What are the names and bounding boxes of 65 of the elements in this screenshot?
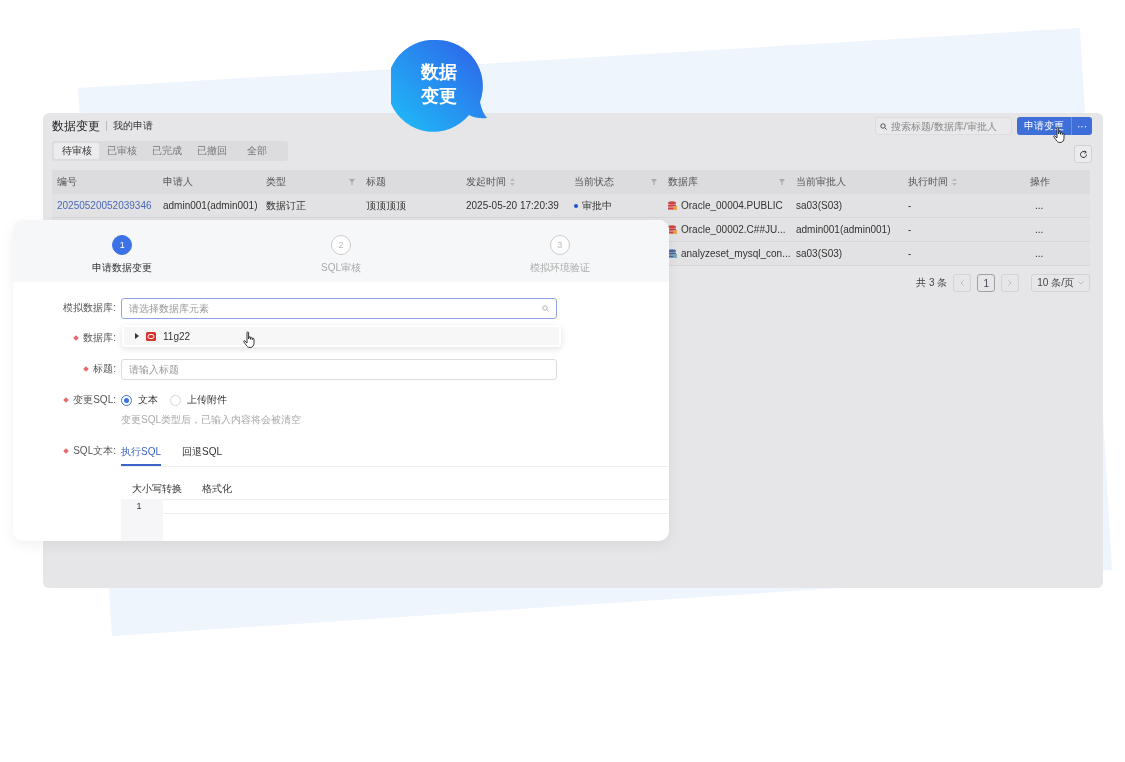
database-name: Oracle_00004.PUBLIC <box>681 200 783 211</box>
page-size-select[interactable]: 10 条/页 <box>1031 274 1090 292</box>
action-menu[interactable]: ... <box>1035 248 1044 259</box>
toolbar-button[interactable]: 大小写转换 <box>132 482 182 496</box>
more-button[interactable]: ··· <box>1071 117 1092 135</box>
page-title: 数据变更 <box>52 117 100 135</box>
filter-tab[interactable]: 已完成 <box>144 143 189 159</box>
bubble-text: 数据变更 <box>419 61 458 109</box>
sql-tab[interactable]: 回退SQL <box>182 441 223 466</box>
column-header: 数据库 <box>668 175 698 189</box>
field-label: SQL文本: <box>73 444 116 458</box>
page-button[interactable]: 1 <box>977 274 996 292</box>
hint-text: 变更SQL类型后，已输入内容将会被清空 <box>121 413 301 427</box>
sql-tab[interactable]: 执行SQL <box>121 441 161 466</box>
table-cell: - <box>908 248 912 259</box>
page-subtitle: 我的申请 <box>113 119 153 133</box>
column-header: 申请人 <box>163 175 193 189</box>
table-cell: - <box>908 200 912 211</box>
table-cell: 2025-05-20 17:20:39 <box>466 200 559 211</box>
action-menu[interactable]: ... <box>1035 200 1044 211</box>
filter-tab[interactable]: 全部 <box>234 143 279 159</box>
database-name: analyzeset_mysql_con... <box>681 248 791 259</box>
column-header: 当前状态 <box>574 175 614 189</box>
table-cell: admin001(admin001) <box>796 224 891 235</box>
step-number: 3 <box>549 235 570 255</box>
column-header: 发起时间 <box>466 175 506 189</box>
table-cell: sa03(S03) <box>796 248 843 259</box>
column-header: 执行时间 <box>908 175 948 189</box>
line-number: 1 <box>136 500 142 513</box>
database-name: Oracle_00002.C##JU... <box>681 224 786 235</box>
table-cell: 数据订正 <box>266 198 306 213</box>
search-field[interactable]: 搜索标题/数据库/审批人 <box>875 117 1012 135</box>
field-label: 数据库: <box>83 331 116 345</box>
step-label: 模拟环境验证 <box>529 261 590 275</box>
column-header: 标题 <box>366 175 386 189</box>
status-text: 审批中 <box>582 198 612 213</box>
request-id-link[interactable]: 20250520052039346 <box>57 200 152 211</box>
step-label: SQL审核 <box>321 261 361 275</box>
apply-change-button[interactable]: 申请变更 <box>1017 117 1071 135</box>
field-label: 模拟数据库: <box>63 301 116 315</box>
table-cell: admin001(admin001) <box>163 200 258 211</box>
table-cell: - <box>908 224 912 235</box>
tree-item-label: 11g22 <box>163 330 191 342</box>
tree-item[interactable]: 11g22 <box>124 327 559 345</box>
filter-tab[interactable]: 已撤回 <box>189 143 234 159</box>
step-label: 申请数据变更 <box>92 261 153 275</box>
action-menu[interactable]: ... <box>1035 224 1044 235</box>
title-field[interactable]: 请输入标题 <box>121 359 557 380</box>
filter-tab[interactable]: 已审核 <box>99 143 144 159</box>
toolbar-button[interactable]: 格式化 <box>202 482 232 496</box>
radio-option[interactable]: 上传附件 <box>170 393 227 407</box>
field-label: 变更SQL: <box>73 393 116 407</box>
column-header: 操作 <box>1030 175 1050 189</box>
table-cell: 顶顶顶顶 <box>366 198 406 213</box>
column-header: 当前审批人 <box>796 175 846 189</box>
field-label: 标题: <box>93 362 116 376</box>
step-number: 2 <box>331 235 351 255</box>
total-count: 共 3 条 <box>916 276 948 290</box>
database-select[interactable]: 请选择数据库元素 <box>121 298 557 319</box>
column-header: 编号 <box>57 175 77 189</box>
step-number: 1 <box>112 235 133 255</box>
table-cell: sa03(S03) <box>796 200 843 211</box>
column-header: 类型 <box>266 175 286 189</box>
radio-option[interactable]: 文本 <box>121 393 158 407</box>
filter-tab[interactable]: 待审核 <box>54 143 99 159</box>
